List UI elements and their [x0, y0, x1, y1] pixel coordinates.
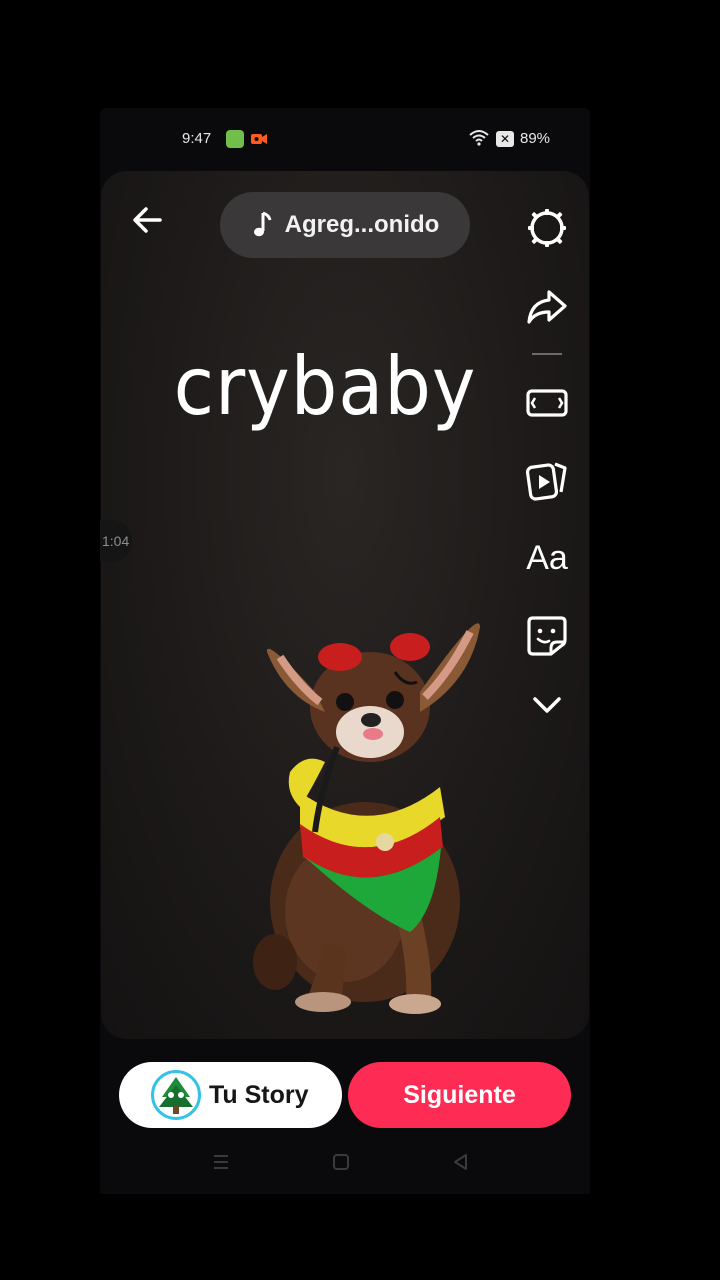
- screen-record-icon: [251, 134, 267, 144]
- music-note-icon: [253, 211, 272, 237]
- text-tool-button[interactable]: Aa: [522, 536, 572, 580]
- back-triangle-icon[interactable]: [451, 1152, 471, 1172]
- sticker-icon[interactable]: [525, 614, 569, 658]
- dog-sticker-image[interactable]: [245, 612, 495, 1022]
- your-story-button[interactable]: Tu Story: [119, 1062, 342, 1128]
- text-overlay-crybaby[interactable]: crybaby: [173, 340, 477, 433]
- recents-menu-icon[interactable]: [211, 1152, 231, 1172]
- battery-percent: 89%: [520, 130, 551, 147]
- system-nav-bar: [100, 1142, 590, 1182]
- share-icon[interactable]: [525, 284, 569, 328]
- battery-saver-icon: ✕: [496, 131, 514, 147]
- video-cards-icon[interactable]: [525, 458, 569, 502]
- your-story-label: Tu Story: [209, 1080, 309, 1109]
- chevron-down-icon[interactable]: [525, 683, 569, 727]
- aspect-ratio-icon[interactable]: [525, 381, 569, 425]
- app-notification-icon: [226, 130, 244, 148]
- status-time: 9:47: [182, 130, 212, 147]
- back-arrow-icon[interactable]: [128, 200, 168, 240]
- wifi-icon: [469, 130, 489, 146]
- rail-divider: [532, 353, 562, 355]
- add-sound-button[interactable]: Agreg...onido: [220, 192, 470, 258]
- home-square-icon[interactable]: [331, 1152, 351, 1172]
- next-button[interactable]: Siguiente: [348, 1062, 571, 1128]
- status-bar: 9:47 ✕ 89%: [100, 120, 590, 160]
- avatar: [151, 1070, 201, 1120]
- settings-icon[interactable]: [525, 206, 569, 250]
- tree-avatar-icon: [159, 1077, 193, 1114]
- add-sound-label: Agreg...onido: [284, 211, 440, 238]
